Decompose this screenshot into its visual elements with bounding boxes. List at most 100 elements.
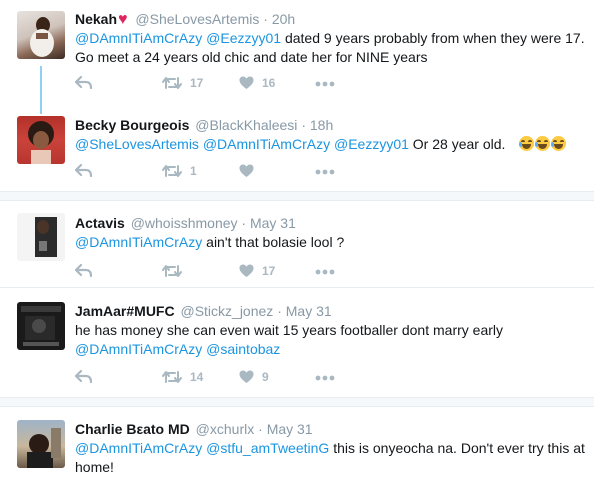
reply-icon bbox=[75, 164, 92, 178]
reply-button[interactable] bbox=[75, 264, 92, 278]
like-button[interactable] bbox=[239, 164, 262, 178]
like-icon bbox=[239, 264, 254, 277]
tweet-text: @SheLovesArtemis @DAmnITiAmCrAzy @Eezzyy… bbox=[75, 135, 585, 154]
tweet[interactable]: Actavis @whoisshmoney · May 31 @DAmnITiA… bbox=[0, 202, 594, 288]
username[interactable]: @whoisshmoney bbox=[131, 215, 238, 231]
avatar-photo-icon bbox=[28, 121, 54, 164]
separator-dot: · bbox=[301, 117, 306, 133]
retweet-count: 1 bbox=[190, 164, 197, 178]
tweet-text: he has money she can even wait 15 years … bbox=[75, 321, 585, 359]
more-button[interactable] bbox=[315, 375, 335, 381]
like-count: 9 bbox=[262, 370, 269, 384]
retweet-count: 14 bbox=[190, 370, 204, 384]
tweet[interactable]: Nekah♥ @SheLovesArtemis · 20h @DAmnITiAm… bbox=[0, 0, 594, 100]
separator-dot: · bbox=[277, 303, 282, 319]
timestamp[interactable]: 20h bbox=[272, 11, 295, 27]
timestamp[interactable]: May 31 bbox=[286, 303, 332, 319]
more-icon bbox=[315, 269, 335, 275]
mention-link[interactable]: @stfu_amTweetinG bbox=[206, 440, 329, 456]
retweet-button[interactable]: 17 bbox=[162, 76, 203, 90]
mention-link[interactable]: @DAmnITiAmCrAzy bbox=[75, 234, 202, 250]
tweet[interactable]: Charlie Bεato MD @xchurlx · May 31 @DAmn… bbox=[0, 408, 594, 486]
username[interactable]: @Stickz_jonez bbox=[180, 303, 273, 319]
like-button[interactable]: 9 bbox=[239, 370, 269, 384]
retweet-button[interactable] bbox=[162, 264, 190, 278]
laughing-tears-emoji bbox=[519, 136, 535, 151]
reply-icon bbox=[75, 76, 92, 90]
reply-button[interactable] bbox=[75, 164, 92, 178]
tweet-actions: 17 bbox=[75, 264, 365, 282]
like-button[interactable]: 16 bbox=[239, 76, 275, 90]
retweet-button[interactable]: 14 bbox=[162, 370, 203, 384]
conversation-feed: Nekah♥ @SheLovesArtemis · 20h @DAmnITiAm… bbox=[0, 0, 594, 486]
username[interactable]: @xchurlx bbox=[196, 421, 255, 437]
thread-block: Nekah♥ @SheLovesArtemis · 20h @DAmnITiAm… bbox=[0, 0, 594, 190]
retweet-icon bbox=[162, 165, 182, 177]
more-icon bbox=[315, 169, 335, 175]
avatar[interactable] bbox=[17, 11, 65, 59]
more-button[interactable] bbox=[315, 81, 335, 87]
mention-link[interactable]: @DAmnITiAmCrAzy bbox=[203, 136, 330, 152]
mention-link[interactable]: @DAmnITiAmCrAzy bbox=[75, 341, 202, 357]
like-count: 16 bbox=[262, 76, 276, 90]
more-button[interactable] bbox=[315, 169, 335, 175]
tweet-actions: 14 9 bbox=[75, 370, 365, 388]
mention-link[interactable]: @saintobaz bbox=[206, 341, 280, 357]
display-name[interactable]: Nekah bbox=[75, 11, 117, 27]
retweet-icon bbox=[162, 371, 182, 383]
display-name[interactable]: Charlie Bεato MD bbox=[75, 421, 190, 437]
tweet-header: Actavis @whoisshmoney · May 31 bbox=[75, 214, 296, 232]
timestamp[interactable]: 18h bbox=[310, 117, 333, 133]
avatar[interactable] bbox=[17, 420, 65, 468]
more-button[interactable] bbox=[315, 269, 335, 275]
mention-link[interactable]: @Eezzyy01 bbox=[334, 136, 409, 152]
mention-link[interactable]: @DAmnITiAmCrAzy bbox=[75, 30, 202, 46]
tweet[interactable]: Becky Bourgeois @BlackKhaleesi · 18h @Sh… bbox=[0, 106, 594, 190]
tweet-content: he has money she can even wait 15 years … bbox=[75, 322, 504, 338]
username[interactable]: @BlackKhaleesi bbox=[195, 117, 297, 133]
retweet-count: 17 bbox=[190, 76, 204, 90]
reply-button[interactable] bbox=[75, 370, 92, 384]
avatar-photo-icon bbox=[35, 217, 57, 257]
like-icon bbox=[239, 164, 254, 177]
avatar[interactable] bbox=[17, 213, 65, 261]
display-name[interactable]: Becky Bourgeois bbox=[75, 117, 189, 133]
laughing-tears-emoji bbox=[519, 136, 567, 152]
tweet-content: ain't that bolasie lool ? bbox=[202, 234, 345, 250]
separator-dot: · bbox=[241, 215, 247, 231]
avatar-photo-icon bbox=[30, 17, 54, 57]
like-button[interactable]: 17 bbox=[239, 264, 275, 278]
like-count: 17 bbox=[262, 264, 276, 278]
reply-icon bbox=[75, 264, 92, 278]
avatar[interactable] bbox=[17, 302, 65, 350]
retweet-button[interactable]: 1 bbox=[162, 164, 197, 178]
avatar-photo-icon bbox=[21, 306, 61, 346]
avatar-photo-icon bbox=[27, 428, 61, 468]
retweet-icon bbox=[162, 265, 182, 277]
mention-link[interactable]: @Eezzyy01 bbox=[206, 30, 281, 46]
mention-link[interactable]: @DAmnITiAmCrAzy bbox=[75, 440, 202, 456]
tweet-header: Becky Bourgeois @BlackKhaleesi · 18h bbox=[75, 116, 333, 134]
like-icon bbox=[239, 76, 254, 89]
separator-dot: · bbox=[263, 11, 268, 27]
display-name[interactable]: Actavis bbox=[75, 215, 125, 231]
reply-button[interactable] bbox=[75, 76, 92, 90]
tweet-content: Or 28 year old. bbox=[408, 136, 506, 152]
heart-emoji: ♥ bbox=[118, 11, 128, 28]
separator-dot: · bbox=[258, 421, 263, 437]
tweet-actions: 17 16 bbox=[75, 76, 365, 94]
avatar[interactable] bbox=[17, 116, 65, 164]
tweet-text: @DAmnITiAmCrAzy @stfu_amTweetinG this is… bbox=[75, 439, 585, 477]
display-name[interactable]: JamAar#MUFC bbox=[75, 303, 175, 319]
timestamp[interactable]: May 31 bbox=[267, 421, 313, 437]
tweet[interactable]: JamAar#MUFC @Stickz_jonez · May 31 he ha… bbox=[0, 290, 594, 392]
tweet-header: JamAar#MUFC @Stickz_jonez · May 31 bbox=[75, 302, 332, 320]
laughing-tears-emoji bbox=[535, 136, 551, 151]
timestamp[interactable]: May 31 bbox=[250, 215, 296, 231]
reply-icon bbox=[75, 370, 92, 384]
more-icon bbox=[315, 81, 335, 87]
retweet-icon bbox=[162, 77, 182, 89]
mention-link[interactable]: @SheLovesArtemis bbox=[75, 136, 199, 152]
username[interactable]: @SheLovesArtemis bbox=[135, 11, 259, 27]
more-icon bbox=[315, 375, 335, 381]
